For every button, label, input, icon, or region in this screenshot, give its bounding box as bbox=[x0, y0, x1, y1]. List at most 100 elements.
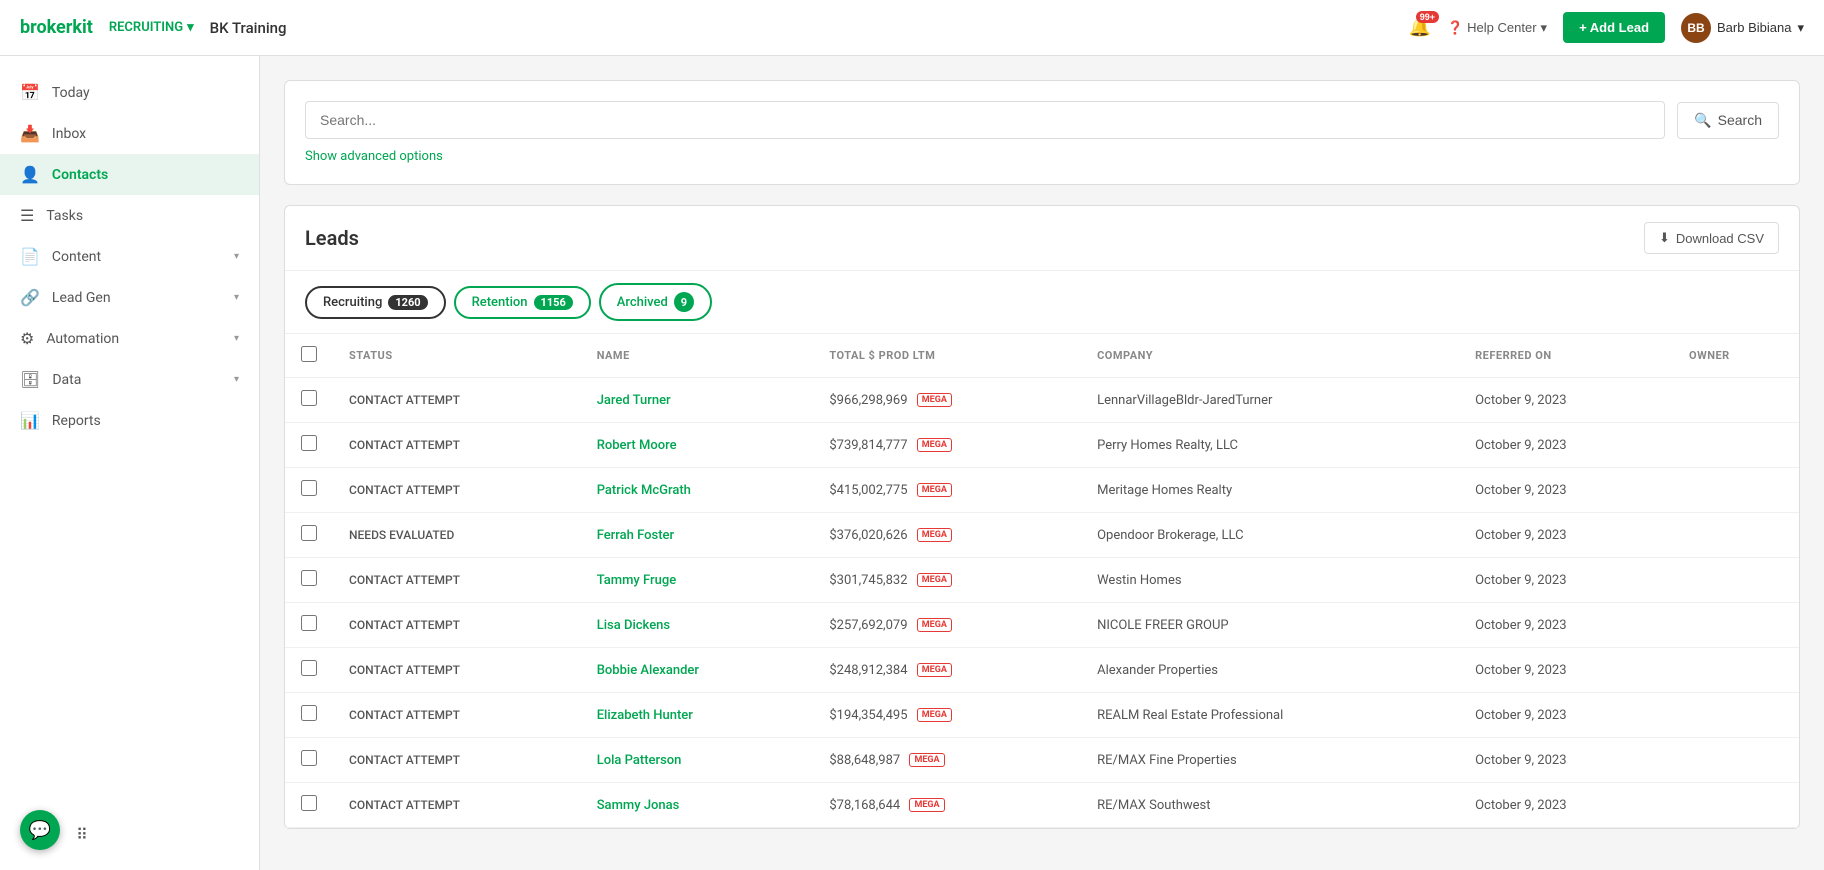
sidebar-item-reports[interactable]: 📊 Reports bbox=[0, 400, 259, 441]
row-checkbox-5[interactable] bbox=[301, 615, 317, 631]
row-status: CONTACT ATTEMPT bbox=[333, 738, 581, 783]
table-row: CONTACT ATTEMPT Bobbie Alexander $248,91… bbox=[285, 648, 1799, 693]
leads-table-body: CONTACT ATTEMPT Jared Turner $966,298,96… bbox=[285, 378, 1799, 828]
sidebar-label-lead-gen: Lead Gen bbox=[52, 290, 222, 306]
lead-name-link[interactable]: Ferrah Foster bbox=[597, 528, 674, 543]
row-total-prod: $415,002,775 MEGA bbox=[813, 468, 1081, 513]
row-total-prod: $739,814,777 MEGA bbox=[813, 423, 1081, 468]
sidebar-item-content[interactable]: 📄 Content ▾ bbox=[0, 236, 259, 277]
tab-archived-count: 9 bbox=[674, 292, 694, 312]
row-checkbox-cell bbox=[285, 558, 333, 603]
sidebar: 📅 Today 📥 Inbox 👤 Contacts ☰ Tasks 📄 Con… bbox=[0, 56, 260, 870]
sidebar-item-today[interactable]: 📅 Today bbox=[0, 72, 259, 113]
help-center-label: Help Center bbox=[1467, 20, 1536, 35]
avatar: BB bbox=[1681, 13, 1711, 43]
row-checkbox-8[interactable] bbox=[301, 750, 317, 766]
row-checkbox-cell bbox=[285, 468, 333, 513]
lead-name-link[interactable]: Patrick McGrath bbox=[597, 483, 691, 498]
row-name[interactable]: Tammy Fruge bbox=[581, 558, 814, 603]
lead-name-link[interactable]: Elizabeth Hunter bbox=[597, 708, 693, 723]
sidebar-item-lead-gen[interactable]: 🔗 Lead Gen ▾ bbox=[0, 277, 259, 318]
row-name[interactable]: Ferrah Foster bbox=[581, 513, 814, 558]
chat-widget[interactable]: 💬 bbox=[20, 810, 60, 850]
row-referred-on: October 9, 2023 bbox=[1459, 648, 1673, 693]
leads-header: Leads ⬇ Download CSV bbox=[285, 206, 1799, 271]
select-all-checkbox[interactable] bbox=[301, 346, 317, 362]
download-csv-button[interactable]: ⬇ Download CSV bbox=[1644, 222, 1779, 254]
row-checkbox-cell bbox=[285, 783, 333, 828]
mega-badge: MEGA bbox=[917, 618, 952, 632]
search-input[interactable] bbox=[305, 101, 1665, 139]
row-checkbox-2[interactable] bbox=[301, 480, 317, 496]
user-initials: BB bbox=[1687, 21, 1704, 35]
search-icon: 🔍 bbox=[1694, 112, 1711, 129]
grid-icon[interactable]: ⠿ bbox=[66, 818, 98, 850]
row-referred-on: October 9, 2023 bbox=[1459, 513, 1673, 558]
sidebar-item-automation[interactable]: ⚙ Automation ▾ bbox=[0, 318, 259, 359]
tab-recruiting[interactable]: Recruiting 1260 bbox=[305, 286, 446, 319]
mega-badge: MEGA bbox=[917, 573, 952, 587]
row-checkbox-7[interactable] bbox=[301, 705, 317, 721]
row-checkbox-9[interactable] bbox=[301, 795, 317, 811]
row-checkbox-1[interactable] bbox=[301, 435, 317, 451]
th-select-all bbox=[285, 334, 333, 378]
notifications-button[interactable]: 🔔 99+ bbox=[1409, 17, 1431, 38]
lead-name-link[interactable]: Tammy Fruge bbox=[597, 573, 676, 588]
row-company: Alexander Properties bbox=[1081, 648, 1459, 693]
sidebar-item-inbox[interactable]: 📥 Inbox bbox=[0, 113, 259, 154]
mega-badge: MEGA bbox=[917, 528, 952, 542]
row-checkbox-cell bbox=[285, 603, 333, 648]
row-name[interactable]: Lola Patterson bbox=[581, 738, 814, 783]
search-input-row: 🔍 Search bbox=[305, 101, 1779, 139]
lead-name-link[interactable]: Bobbie Alexander bbox=[597, 663, 699, 678]
row-company: RE/MAX Southwest bbox=[1081, 783, 1459, 828]
lead-name-link[interactable]: Jared Turner bbox=[597, 393, 671, 408]
row-name[interactable]: Lisa Dickens bbox=[581, 603, 814, 648]
row-owner bbox=[1673, 738, 1799, 783]
tab-retention-count: 1156 bbox=[534, 295, 573, 310]
module-selector[interactable]: RECRUITING ▾ bbox=[109, 20, 194, 35]
chevron-down-icon: ▾ bbox=[234, 292, 239, 303]
row-name[interactable]: Elizabeth Hunter bbox=[581, 693, 814, 738]
row-checkbox-6[interactable] bbox=[301, 660, 317, 676]
row-checkbox-cell bbox=[285, 738, 333, 783]
lead-name-link[interactable]: Sammy Jonas bbox=[597, 798, 680, 813]
tab-retention[interactable]: Retention 1156 bbox=[454, 286, 591, 319]
help-center-button[interactable]: ❓ Help Center ▾ bbox=[1447, 20, 1547, 36]
lead-name-link[interactable]: Lola Patterson bbox=[597, 753, 682, 768]
sidebar-label-inbox: Inbox bbox=[52, 126, 239, 142]
sidebar-item-data[interactable]: 🗄 Data ▾ bbox=[0, 359, 259, 400]
row-name[interactable]: Bobbie Alexander bbox=[581, 648, 814, 693]
row-referred-on: October 9, 2023 bbox=[1459, 603, 1673, 648]
row-name[interactable]: Patrick McGrath bbox=[581, 468, 814, 513]
row-name[interactable]: Jared Turner bbox=[581, 378, 814, 423]
sidebar-label-content: Content bbox=[52, 249, 222, 265]
lead-name-link[interactable]: Robert Moore bbox=[597, 438, 677, 453]
lead-name-link[interactable]: Lisa Dickens bbox=[597, 618, 670, 633]
sidebar-item-contacts[interactable]: 👤 Contacts bbox=[0, 154, 259, 195]
th-company: COMPANY bbox=[1081, 334, 1459, 378]
row-total-prod: $78,168,644 MEGA bbox=[813, 783, 1081, 828]
sidebar-label-today: Today bbox=[52, 85, 239, 101]
row-status: CONTACT ATTEMPT bbox=[333, 783, 581, 828]
advanced-options-link[interactable]: Show advanced options bbox=[305, 149, 1779, 164]
th-owner: OWNER bbox=[1673, 334, 1799, 378]
mega-badge: MEGA bbox=[909, 798, 944, 812]
table-row: CONTACT ATTEMPT Robert Moore $739,814,77… bbox=[285, 423, 1799, 468]
add-lead-button[interactable]: + Add Lead bbox=[1563, 12, 1665, 43]
table-row: CONTACT ATTEMPT Lisa Dickens $257,692,07… bbox=[285, 603, 1799, 648]
user-menu-button[interactable]: BB Barb Bibiana ▾ bbox=[1681, 13, 1804, 43]
mega-badge: MEGA bbox=[909, 753, 944, 767]
sidebar-item-tasks[interactable]: ☰ Tasks bbox=[0, 195, 259, 236]
table-row: CONTACT ATTEMPT Lola Patterson $88,648,9… bbox=[285, 738, 1799, 783]
row-total-prod: $301,745,832 MEGA bbox=[813, 558, 1081, 603]
tab-archived[interactable]: Archived 9 bbox=[599, 283, 712, 321]
row-checkbox-0[interactable] bbox=[301, 390, 317, 406]
search-button[interactable]: 🔍 Search bbox=[1677, 102, 1779, 139]
row-name[interactable]: Robert Moore bbox=[581, 423, 814, 468]
row-name[interactable]: Sammy Jonas bbox=[581, 783, 814, 828]
row-checkbox-4[interactable] bbox=[301, 570, 317, 586]
row-checkbox-3[interactable] bbox=[301, 525, 317, 541]
chat-icon: 💬 bbox=[29, 820, 51, 841]
row-referred-on: October 9, 2023 bbox=[1459, 468, 1673, 513]
